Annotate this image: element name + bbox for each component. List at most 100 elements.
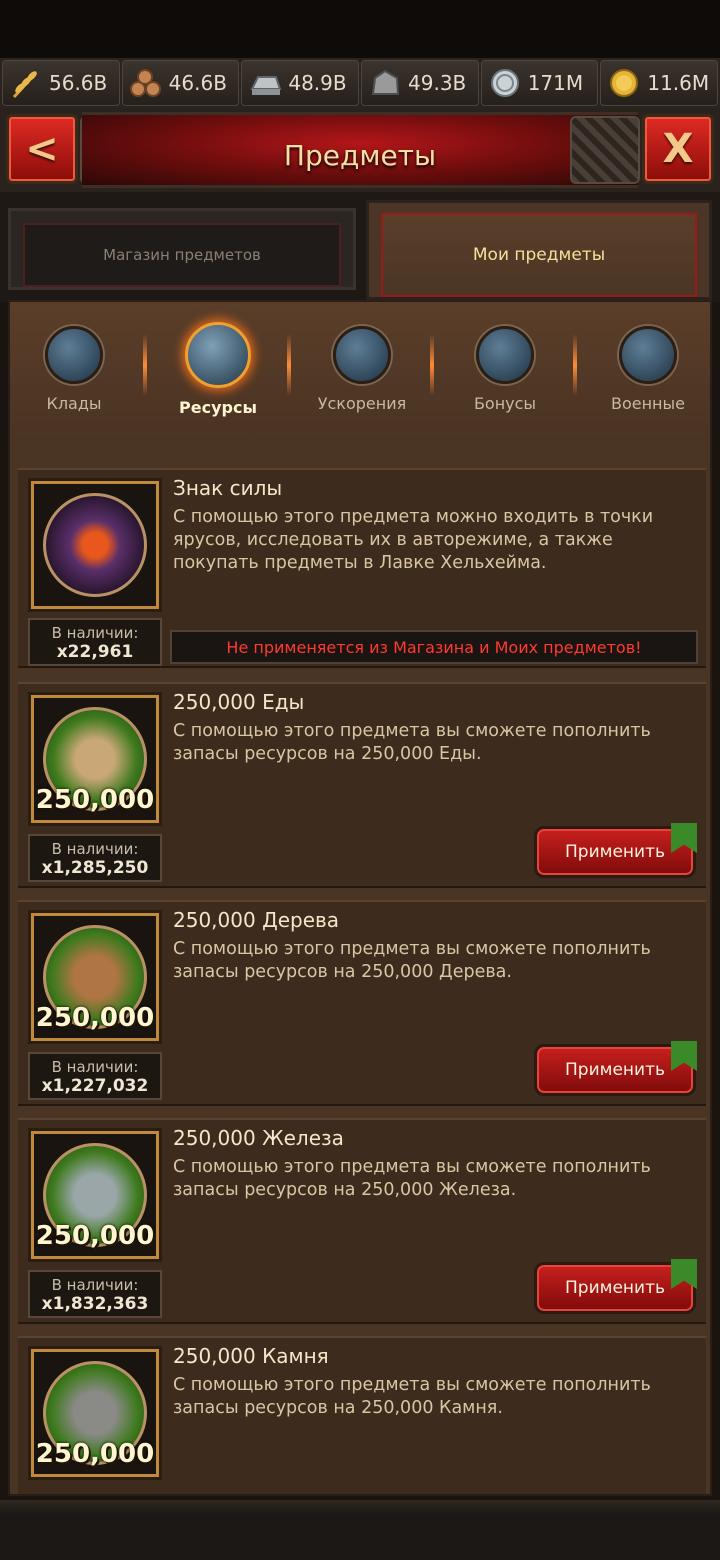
chest-icon <box>45 326 103 384</box>
resource-iron[interactable]: 48.9B <box>241 60 360 106</box>
gold-icon <box>607 66 641 100</box>
list-item: 250,000 250,000 Камня С помощью этого пр… <box>18 1336 706 1494</box>
item-description: С помощью этого предмета вы сможете попо… <box>173 1157 651 1200</box>
item-thumbnail: 250,000 <box>28 1128 162 1262</box>
category-divider <box>430 334 434 396</box>
item-thumbnail: 250,000 <box>28 692 162 826</box>
resource-stone[interactable]: 49.3B <box>361 60 479 106</box>
category-divider <box>287 334 291 396</box>
resource-iron-value: 48.9B <box>288 71 347 95</box>
item-quantity: 250,000 <box>35 1221 155 1251</box>
back-button[interactable]: < <box>6 114 78 184</box>
page-title: Предметы <box>283 139 437 172</box>
category-military[interactable]: Военные <box>588 326 708 413</box>
list-item: 250,000 В наличии: x1,832,363 250,000 Же… <box>18 1118 706 1324</box>
item-title: Знак силы <box>173 476 283 500</box>
resource-silver[interactable]: 171M <box>480 60 599 106</box>
resources-icon <box>185 322 251 388</box>
green-flag-icon <box>671 1041 697 1071</box>
stock-value: x1,285,250 <box>41 858 149 878</box>
item-thumbnail <box>28 478 162 612</box>
item-title: 250,000 Еды <box>173 690 305 714</box>
item-quantity: 250,000 <box>35 1003 155 1033</box>
stock-box: В наличии: x1,832,363 <box>28 1270 162 1318</box>
tab-item-shop-label: Магазин предметов <box>23 223 341 287</box>
tab-item-shop[interactable]: Магазин предметов <box>8 208 356 290</box>
green-flag-icon <box>671 1259 697 1289</box>
category-divider <box>143 334 147 396</box>
apply-button[interactable]: Применить <box>534 1041 697 1096</box>
stock-label: В наличии: <box>51 1058 139 1076</box>
stock-label: В наличии: <box>51 624 139 642</box>
item-description: С помощью этого предмета вы сможете попо… <box>173 939 651 982</box>
bag-icon <box>476 326 534 384</box>
stock-value: x22,961 <box>56 642 134 662</box>
item-thumbnail: 250,000 <box>28 1346 162 1480</box>
apply-button[interactable]: Применить <box>534 1259 697 1314</box>
category-bonuses[interactable]: Бонусы <box>445 326 565 413</box>
stock-box: В наличии: x1,227,032 <box>28 1052 162 1100</box>
item-quantity: 250,000 <box>35 1439 155 1469</box>
resource-food-value: 56.6B <box>49 71 108 95</box>
iron-icon <box>248 66 282 100</box>
apply-label: Применить <box>565 1278 665 1298</box>
category-military-label: Военные <box>610 394 685 413</box>
close-button[interactable]: X <box>642 114 714 184</box>
wood-icon <box>129 66 163 100</box>
resource-silver-value: 171M <box>527 71 584 95</box>
resource-gold[interactable]: 11.6M <box>600 60 719 106</box>
knot-ornament-right <box>570 116 640 184</box>
tab-my-items[interactable]: Мои предметы <box>366 200 712 300</box>
stock-box: В наличии: x1,285,250 <box>28 834 162 882</box>
item-title: 250,000 Камня <box>173 1344 329 1368</box>
item-quantity: 250,000 <box>35 785 155 815</box>
category-divider <box>573 334 577 396</box>
tab-bar: Магазин предметов Мои предметы <box>0 192 720 302</box>
item-title: 250,000 Дерева <box>173 908 340 932</box>
category-resources[interactable]: Ресурсы <box>158 322 278 417</box>
resource-bar: 56.6B 46.6B 48.9B 49.3B 171M 11.6M <box>0 58 720 108</box>
silver-icon <box>488 66 522 100</box>
resource-gold-value: 11.6M <box>647 71 710 95</box>
tab-my-items-label: Мои предметы <box>381 213 697 297</box>
list-item: В наличии: x22,961 Знак силы С помощью э… <box>18 468 706 668</box>
green-flag-icon <box>671 823 697 853</box>
item-description: С помощью этого предмета вы сможете попо… <box>173 721 651 764</box>
bottom-bar <box>0 1500 720 1560</box>
resource-food[interactable]: 56.6B <box>2 60 120 106</box>
apply-label: Применить <box>565 1060 665 1080</box>
back-icon: < <box>25 126 59 172</box>
status-bar-area <box>0 0 720 58</box>
stone-icon <box>368 66 402 100</box>
category-speedups-label: Ускорения <box>317 394 407 413</box>
hourglass-icon <box>333 326 391 384</box>
sign-of-power-icon <box>43 493 147 597</box>
stock-value: x1,832,363 <box>41 1294 149 1314</box>
wheat-icon <box>9 66 43 100</box>
category-treasures-label: Клады <box>46 394 102 413</box>
stock-box: В наличии: x22,961 <box>28 618 162 666</box>
item-thumbnail: 250,000 <box>28 910 162 1044</box>
category-bonuses-label: Бонусы <box>473 394 537 413</box>
close-icon: X <box>662 126 694 172</box>
resource-wood[interactable]: 46.6B <box>121 60 240 106</box>
list-item: 250,000 В наличии: x1,227,032 250,000 Де… <box>18 900 706 1106</box>
swords-icon <box>619 326 677 384</box>
list-item: 250,000 В наличии: x1,285,250 250,000 Ед… <box>18 682 706 888</box>
stock-value: x1,227,032 <box>41 1076 149 1096</box>
item-description: С помощью этого предмета вы сможете попо… <box>173 1375 651 1418</box>
category-bar: Клады Ресурсы Ускорения Бонусы Военные <box>10 302 710 442</box>
category-speedups[interactable]: Ускорения <box>302 326 422 413</box>
apply-button[interactable]: Применить <box>534 823 697 878</box>
category-resources-label: Ресурсы <box>179 398 257 417</box>
stock-label: В наличии: <box>51 840 139 858</box>
resource-stone-value: 49.3B <box>408 71 467 95</box>
warning-banner: Не применяется из Магазина и Моих предме… <box>170 630 698 664</box>
bottom-border <box>0 1500 720 1514</box>
resource-wood-value: 46.6B <box>168 71 227 95</box>
header: < Предметы X <box>0 108 720 192</box>
item-title: 250,000 Железа <box>173 1126 344 1150</box>
header-banner: Предметы <box>82 112 638 188</box>
category-treasures[interactable]: Клады <box>14 326 134 413</box>
items-panel: Клады Ресурсы Ускорения Бонусы Военные В… <box>8 300 712 1496</box>
